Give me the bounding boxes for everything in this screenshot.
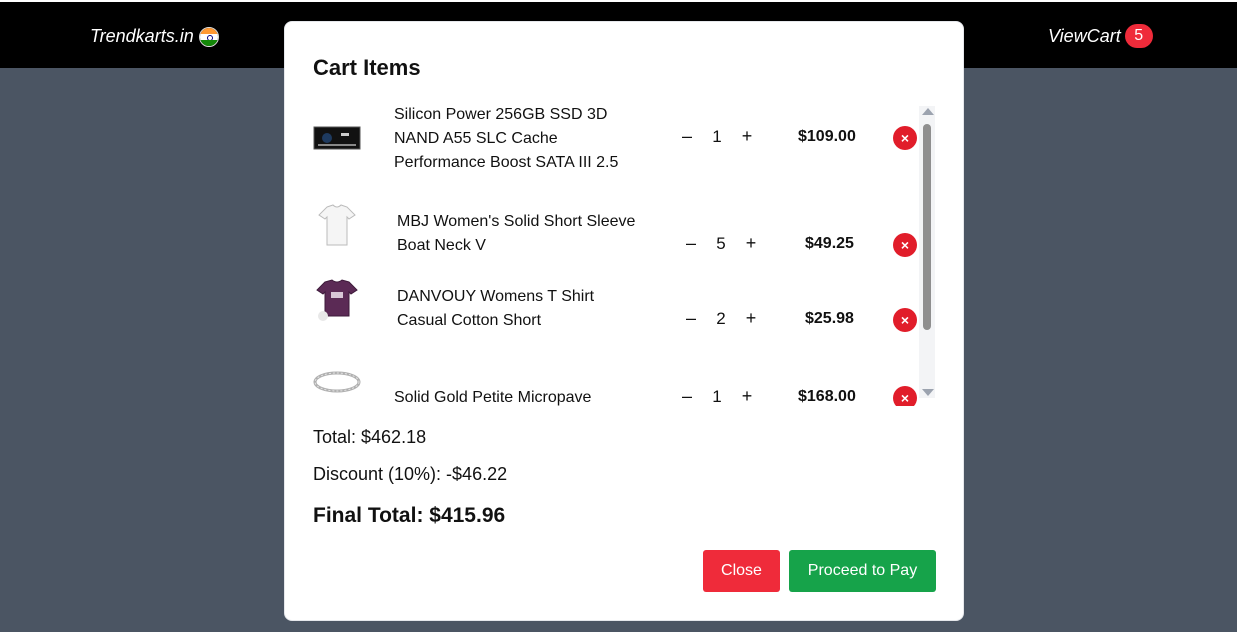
remove-item-button[interactable]: × [893,386,917,406]
india-flag-icon [198,26,219,47]
quantity-stepper: – 1 + [674,126,760,147]
close-button[interactable]: Close [703,550,780,592]
item-name: Silicon Power 256GB SSD 3D NAND A55 SLC … [394,106,619,171]
item-price: $25.98 [805,310,854,327]
decrease-qty-button[interactable]: – [674,386,700,406]
brand-logo[interactable]: Trendkarts.in [90,26,219,47]
item-quantity: 1 [712,126,722,146]
cart-modal: Cart Items Silicon Power 256GB SSD 3D NA… [284,21,964,621]
item-quantity: 1 [712,386,722,406]
increase-qty-button[interactable]: + [738,233,764,254]
quantity-stepper: – 1 + [674,386,760,406]
cart-items-list: Silicon Power 256GB SSD 3D NAND A55 SLC … [285,106,935,406]
remove-item-button[interactable]: × [893,233,917,257]
final-total: Final Total: $415.96 [313,504,506,527]
item-quantity: 5 [716,233,726,253]
item-name: Solid Gold Petite Micropave [394,389,592,406]
remove-item-button[interactable]: × [893,126,917,150]
ring-product-icon [313,371,361,393]
increase-qty-button[interactable]: + [734,126,760,147]
item-quantity: 2 [716,308,726,328]
purple-tshirt-product-icon [316,279,358,321]
item-price: $49.25 [805,235,854,252]
remove-item-button[interactable]: × [893,308,917,332]
item-price: $168.00 [798,388,856,405]
scroll-up-arrow-icon[interactable] [922,108,934,115]
proceed-to-pay-button[interactable]: Proceed to Pay [789,550,936,592]
brand-name: Trendkarts.in [90,26,194,46]
cart-discount: Discount (10%): -$46.22 [313,464,508,484]
items-scrollbar[interactable] [919,106,935,398]
scrollbar-thumb[interactable] [923,124,931,330]
view-cart-button[interactable]: ViewCart 5 [1048,24,1153,48]
decrease-qty-button[interactable]: – [678,233,704,254]
increase-qty-button[interactable]: + [738,308,764,329]
white-tshirt-product-icon [318,204,356,246]
cart-count-badge: 5 [1124,24,1153,48]
increase-qty-button[interactable]: + [734,386,760,406]
item-name: DANVOUY Womens T Shirt Casual Cotton Sho… [397,288,595,329]
item-name: MBJ Women's Solid Short Sleeve Boat Neck… [397,213,636,254]
cart-total: Total: $462.18 [313,427,427,447]
decrease-qty-button[interactable]: – [674,126,700,147]
quantity-stepper: – 2 + [678,308,764,329]
modal-title: Cart Items [313,55,421,80]
quantity-stepper: – 5 + [678,233,764,254]
view-cart-label: ViewCart [1048,25,1121,46]
scroll-down-arrow-icon[interactable] [922,389,934,396]
item-price: $109.00 [798,128,856,145]
decrease-qty-button[interactable]: – [678,308,704,329]
ssd-product-icon [313,126,361,150]
